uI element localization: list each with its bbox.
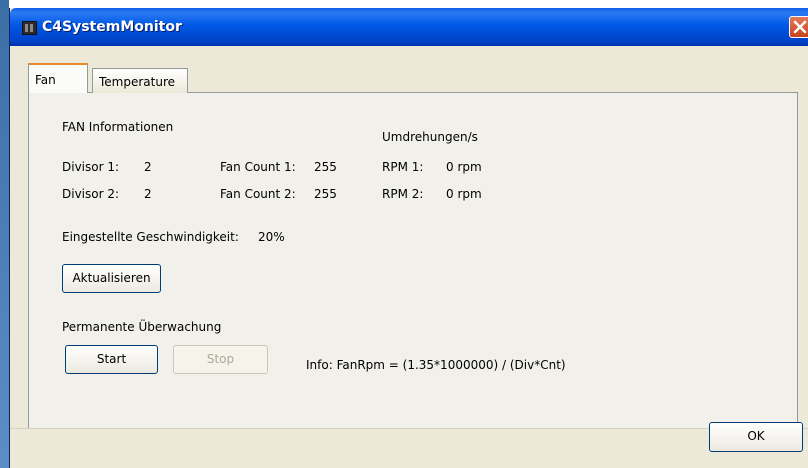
close-icon (793, 20, 807, 34)
tab-fan-label: Fan (35, 73, 56, 87)
ok-button-label: OK (747, 429, 765, 443)
refresh-button-label: Aktualisieren (72, 271, 151, 285)
tab-temperature-label: Temperature (99, 75, 176, 89)
rpm-1-value: 0 rpm (446, 160, 482, 174)
app-window: C4SystemMonitor Fan Temperature FAN Info… (9, 8, 808, 468)
divisor-2-value: 2 (144, 187, 152, 201)
start-button-label: Start (96, 352, 127, 366)
app-icon (22, 21, 37, 35)
fan-count-2-value: 255 (314, 187, 337, 201)
window-title: C4SystemMonitor (42, 19, 182, 35)
rpm-2-label: RPM 2: (382, 187, 424, 201)
speed-value: 20% (258, 230, 285, 244)
stop-button[interactable]: Stop (173, 345, 268, 374)
monitoring-heading: Permanente Überwachung (62, 320, 222, 334)
title-bar[interactable]: C4SystemMonitor (10, 8, 808, 46)
rpm-1-label: RPM 1: (382, 160, 424, 174)
tab-temperature[interactable]: Temperature (92, 68, 188, 93)
divisor-2-label: Divisor 2: (62, 187, 120, 201)
stop-button-label: Stop (206, 352, 235, 366)
ok-button[interactable]: OK (709, 422, 803, 452)
fan-count-2-label: Fan Count 2: (220, 187, 296, 201)
speed-label: Eingestellte Geschwindigkeit: (62, 230, 239, 244)
close-button[interactable] (789, 16, 808, 38)
refresh-button[interactable]: Aktualisieren (62, 264, 161, 293)
fan-count-1-label: Fan Count 1: (220, 160, 296, 174)
formula-info: Info: FanRpm = (1.35*1000000) / (Div*Cnt… (306, 358, 566, 372)
start-button[interactable]: Start (65, 345, 158, 374)
rpm-heading: Umdrehungen/s (382, 130, 478, 144)
tab-fan[interactable]: Fan (28, 63, 88, 93)
divisor-1-label: Divisor 1: (62, 160, 120, 174)
divisor-1-value: 2 (144, 160, 152, 174)
rpm-2-value: 0 rpm (446, 187, 482, 201)
footer-divider (10, 428, 808, 429)
fan-info-heading: FAN Informationen (62, 120, 174, 134)
fan-count-1-value: 255 (314, 160, 337, 174)
desktop-background (0, 0, 9, 468)
